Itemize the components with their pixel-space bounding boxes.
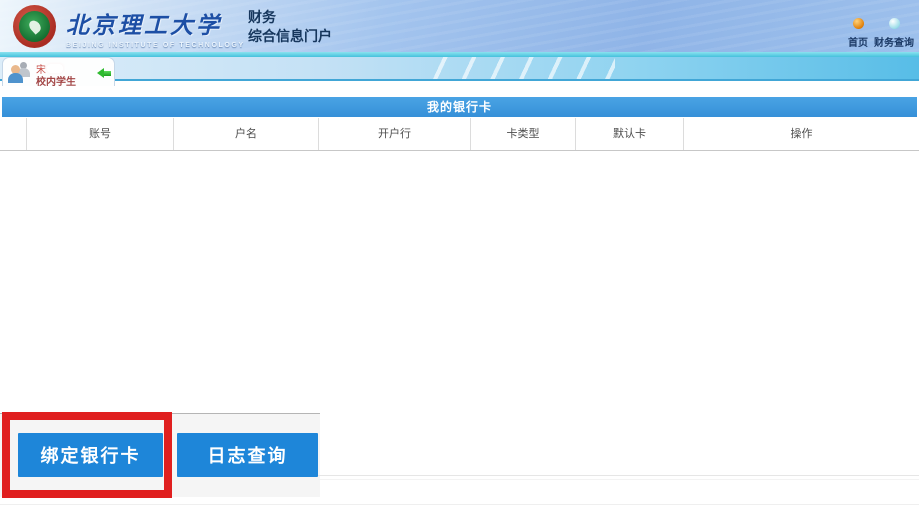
university-name-en: BEIJING INSTITUTE OF TECHNOLOGY (66, 42, 245, 49)
nav-finance-query[interactable]: 财务查询 (866, 18, 919, 49)
avatar-front-body (8, 73, 23, 83)
arrow-tail (104, 71, 111, 76)
divider-line (318, 479, 919, 480)
nav-finance-query-label: 财务查询 (874, 34, 914, 49)
arrow-triangle (97, 68, 104, 78)
tab-strip (0, 57, 919, 81)
page-bottom-divider (0, 504, 919, 505)
log-query-button[interactable]: 日志查询 (177, 433, 318, 477)
table-col-default-card: 默认卡 (575, 118, 683, 150)
tab-strip-decoration (430, 57, 615, 79)
logo-dove-glyph (26, 18, 42, 34)
home-ball-icon (853, 18, 864, 29)
university-logo-icon (13, 5, 56, 48)
table-col-account-number: 账号 (26, 118, 173, 150)
portal-title-line2: 综合信息门户 (248, 27, 332, 46)
page: 北京理工大学 BEIJING INSTITUTE OF TECHNOLOGY 财… (0, 0, 919, 507)
table-col-index (0, 118, 26, 150)
table-col-operation: 操作 (683, 118, 919, 150)
bank-card-table-header: 账号 户名 开户行 卡类型 默认卡 操作 (0, 118, 919, 151)
user-tab[interactable]: 宋 校内学生 (2, 57, 115, 86)
user-avatar-icon (8, 62, 32, 84)
table-col-account-name: 户名 (173, 118, 318, 150)
user-role: 校内学生 (36, 73, 76, 88)
divider-line (318, 475, 919, 476)
panel-title-bar: 我的银行卡 (2, 97, 917, 117)
portal-title-line1: 财务 (248, 8, 332, 27)
collapse-arrow-icon[interactable] (97, 68, 112, 79)
nav-home-label: 首页 (848, 34, 868, 49)
table-col-bank: 开户行 (318, 118, 470, 150)
university-name-cn: 北京理工大学 (66, 6, 245, 40)
finance-query-ball-icon (889, 18, 900, 29)
logo-inner-circle (19, 11, 50, 42)
redacted-name-blur (47, 64, 63, 73)
table-col-card-type: 卡类型 (470, 118, 575, 150)
header: 北京理工大学 BEIJING INSTITUTE OF TECHNOLOGY 财… (0, 0, 919, 52)
portal-title: 财务 综合信息门户 (248, 8, 332, 46)
university-name-block: 北京理工大学 BEIJING INSTITUTE OF TECHNOLOGY (66, 6, 245, 49)
bind-bank-card-button[interactable]: 绑定银行卡 (18, 433, 163, 477)
